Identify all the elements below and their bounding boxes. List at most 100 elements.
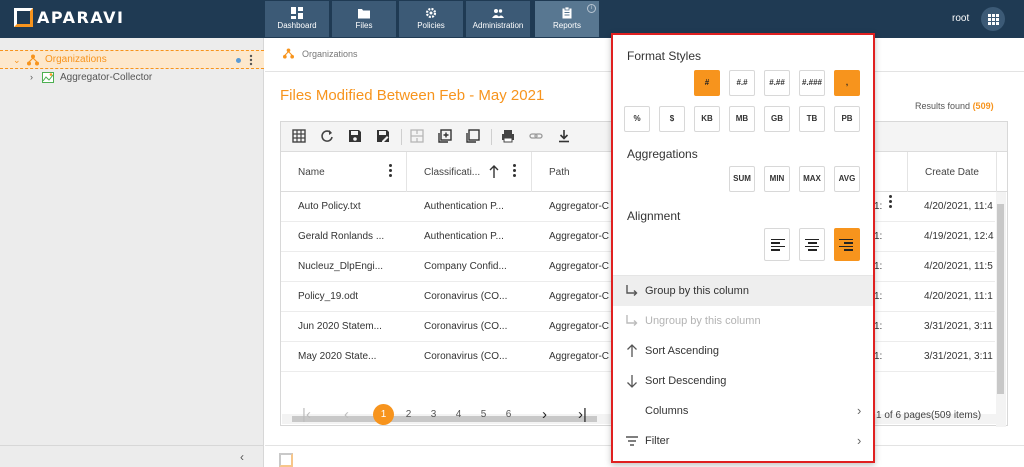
format-button[interactable]: MB bbox=[729, 106, 755, 132]
page-4-button[interactable]: 4 bbox=[448, 404, 469, 425]
merge-icon[interactable] bbox=[410, 129, 424, 143]
logo-mark bbox=[14, 8, 33, 27]
tab-dashboard[interactable]: Dashboard bbox=[265, 1, 329, 37]
format-button[interactable]: , bbox=[834, 70, 860, 96]
brand-name: APARAVI bbox=[37, 8, 125, 27]
column-menu-icon[interactable] bbox=[513, 164, 517, 178]
page-6-button[interactable]: 6 bbox=[498, 404, 519, 425]
format-button[interactable]: $ bbox=[659, 106, 685, 132]
cell-path: Aggregator-C bbox=[549, 351, 610, 362]
column-options-menu: Format Styles # #.# #.## #.### , % $ KB … bbox=[611, 33, 875, 463]
cell-classification: Authentication P... bbox=[424, 231, 504, 242]
app: APARAVI Dashboard Files Policies Adminis… bbox=[0, 0, 1024, 467]
table-icon[interactable] bbox=[292, 129, 306, 143]
cell-classification: Coronavirus (CO... bbox=[424, 321, 508, 332]
download-icon[interactable] bbox=[557, 129, 571, 143]
column-header-classification[interactable]: Classificati... bbox=[407, 152, 532, 192]
next-page-button[interactable]: › bbox=[534, 404, 555, 425]
format-button[interactable]: #.# bbox=[729, 70, 755, 96]
print-icon[interactable] bbox=[501, 129, 515, 143]
format-button[interactable]: KB bbox=[694, 106, 720, 132]
scrollbar-thumb[interactable] bbox=[997, 204, 1004, 394]
menu-item-sort-descending[interactable]: Sort Descending bbox=[613, 366, 873, 396]
tab-administration[interactable]: Administration bbox=[466, 1, 530, 37]
menu-item-sort-ascending[interactable]: Sort Ascending bbox=[613, 336, 873, 366]
format-styles-label: Format Styles bbox=[627, 49, 702, 63]
cell-path: Aggregator-C bbox=[549, 261, 610, 272]
column-menu-icon[interactable] bbox=[389, 164, 393, 178]
aggregation-button-sum[interactable]: SUM bbox=[729, 166, 755, 192]
menu-item-group-by-column[interactable]: Group by this column bbox=[613, 276, 873, 306]
format-button[interactable]: #.### bbox=[799, 70, 825, 96]
format-button[interactable]: TB bbox=[799, 106, 825, 132]
refresh-icon[interactable] bbox=[320, 129, 334, 143]
page-2-button[interactable]: 2 bbox=[398, 404, 419, 425]
menu-item-label: Ungroup by this column bbox=[645, 315, 761, 327]
cell-name: Auto Policy.txt bbox=[298, 201, 361, 212]
more-options-icon[interactable] bbox=[249, 54, 253, 66]
column-header-name[interactable]: Name bbox=[281, 152, 407, 192]
aggregation-button-avg[interactable]: AVG bbox=[834, 166, 860, 192]
aggregation-button-max[interactable]: MAX bbox=[799, 166, 825, 192]
vertical-scrollbar[interactable] bbox=[996, 192, 1006, 427]
cell-classification: Coronavirus (CO... bbox=[424, 291, 508, 302]
format-button[interactable]: GB bbox=[764, 106, 790, 132]
page-title: Files Modified Between Feb - May 2021 bbox=[280, 87, 545, 104]
format-button[interactable]: % bbox=[624, 106, 650, 132]
column-header-create-date[interactable]: Create Date bbox=[907, 152, 997, 192]
user-name[interactable]: root bbox=[952, 13, 969, 24]
format-button[interactable]: # bbox=[694, 70, 720, 96]
column-title: Name bbox=[298, 167, 325, 178]
save-icon[interactable] bbox=[348, 129, 362, 143]
column-header-path[interactable]: Path bbox=[532, 152, 612, 192]
tab-policies[interactable]: Policies bbox=[399, 1, 463, 37]
menu-item-ungroup-by-column[interactable]: Ungroup by this column bbox=[613, 306, 873, 336]
add-item-icon[interactable] bbox=[438, 129, 452, 143]
menu-item-filter[interactable]: Filter › bbox=[613, 426, 873, 456]
cell-name: Policy_19.odt bbox=[298, 291, 359, 302]
cell-fragment: 1: bbox=[874, 201, 883, 212]
align-right-icon[interactable] bbox=[834, 228, 860, 261]
align-center-icon[interactable] bbox=[799, 228, 825, 261]
page-1-button[interactable]: 1 bbox=[373, 404, 394, 425]
info-icon[interactable]: i bbox=[587, 4, 596, 13]
cell-create-date: 4/20/2021, 11:5 bbox=[924, 261, 993, 272]
sidebar: ⌄ Organizations › Aggregator-Collector ‹ bbox=[0, 38, 264, 467]
cell-fragment: 1: bbox=[874, 291, 883, 302]
aggregation-button-min[interactable]: MIN bbox=[764, 166, 790, 192]
results-label: Results found bbox=[915, 101, 971, 111]
tree-item-aggregator-collector[interactable]: › Aggregator-Collector bbox=[0, 69, 264, 88]
hierarchy-icon bbox=[283, 48, 294, 59]
logo[interactable]: APARAVI bbox=[14, 8, 124, 27]
collapse-sidebar-icon[interactable]: ‹ bbox=[240, 450, 244, 464]
page-3-button[interactable]: 3 bbox=[423, 404, 444, 425]
cell-fragment: 1: bbox=[874, 261, 883, 272]
save-as-icon[interactable] bbox=[376, 129, 390, 143]
menu-item-label: Sort Descending bbox=[645, 375, 727, 387]
chevron-down-icon[interactable]: ⌄ bbox=[13, 55, 21, 66]
tab-label: Dashboard bbox=[277, 21, 317, 30]
page-info: 1 of 6 pages(509 items) bbox=[876, 410, 982, 421]
copy-icon[interactable] bbox=[466, 129, 480, 143]
prev-page-button[interactable]: ‹ bbox=[336, 404, 357, 425]
first-page-button[interactable]: |‹ bbox=[296, 404, 317, 425]
arrow-up-icon bbox=[627, 344, 637, 357]
last-page-button[interactable]: ›| bbox=[572, 404, 593, 425]
format-button[interactable]: PB bbox=[834, 106, 860, 132]
breadcrumb-label[interactable]: Organizations bbox=[302, 49, 358, 59]
cell-name: Jun 2020 Statem... bbox=[298, 321, 382, 332]
chevron-right-icon[interactable]: › bbox=[30, 72, 33, 82]
sort-ascending-icon[interactable] bbox=[489, 165, 499, 178]
cell-name: Nucleuz_DlpEngi... bbox=[298, 261, 384, 272]
link-icon[interactable] bbox=[529, 129, 543, 143]
format-button[interactable]: #.## bbox=[764, 70, 790, 96]
results-summary: Results found (509) bbox=[915, 101, 994, 111]
tab-files[interactable]: Files bbox=[332, 1, 396, 37]
align-left-icon[interactable] bbox=[764, 228, 790, 261]
page-5-button[interactable]: 5 bbox=[473, 404, 494, 425]
app-launcher-button[interactable] bbox=[981, 7, 1005, 31]
hierarchy-icon bbox=[27, 54, 39, 66]
cell-create-date: 4/20/2021, 11:1 bbox=[924, 291, 993, 302]
tree-item-organizations[interactable]: ⌄ Organizations bbox=[0, 50, 264, 69]
menu-item-columns[interactable]: Columns › bbox=[613, 396, 873, 426]
